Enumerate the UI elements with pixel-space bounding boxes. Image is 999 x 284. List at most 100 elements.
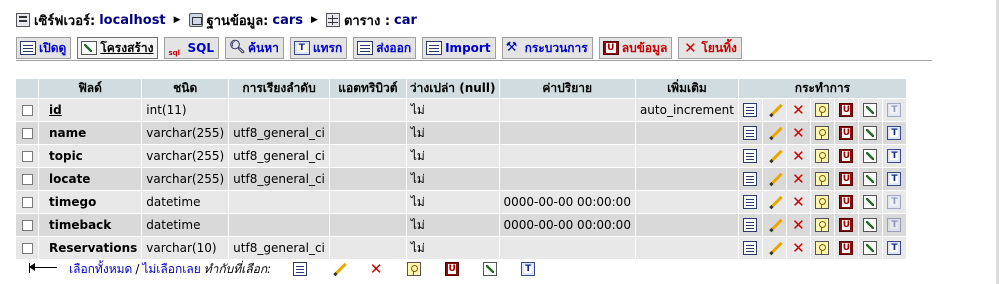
primary-key-icon[interactable] — [815, 172, 830, 187]
structure-table: ฟิลด์ ชนิด การเรียงลำดับ แอตทริบิวต์ ว่า… — [15, 78, 907, 260]
unique-icon[interactable] — [839, 103, 854, 118]
primary-key-icon[interactable] — [815, 103, 830, 118]
row-checkbox[interactable] — [21, 220, 33, 231]
unique-icon[interactable] — [839, 218, 854, 233]
tab-export[interactable]: ส่งออก — [353, 37, 417, 59]
cell-extra — [635, 122, 738, 144]
index-selected-icon[interactable] — [483, 262, 498, 276]
row-checkbox-cell — [16, 145, 38, 167]
bulk-actions-bar: เลือกทั้งหมด / ไม่เลือกเลย ทำกับที่เลือก… — [27, 260, 547, 278]
fulltext-icon[interactable] — [887, 172, 902, 187]
server-link[interactable]: localhost — [99, 13, 165, 28]
edit-selected-icon[interactable] — [331, 262, 345, 276]
drop-field-icon[interactable]: ✕ — [791, 126, 805, 141]
tab-sql[interactable]: sql SQL — [164, 37, 219, 59]
cell-name[interactable]: topic — [39, 145, 142, 167]
fulltext-icon[interactable] — [887, 103, 902, 118]
drop-field-icon[interactable]: ✕ — [791, 241, 805, 256]
edit-field-icon[interactable] — [767, 241, 781, 255]
tab-drop[interactable]: ✕ โยนทิ้ง — [678, 37, 742, 59]
row-checkbox[interactable] — [21, 151, 33, 162]
cell-extra — [635, 191, 738, 213]
cell-collation: utf8_general_ci — [229, 145, 329, 167]
tab-import[interactable]: Import — [422, 37, 496, 59]
header-field: ฟิลด์ — [39, 79, 142, 98]
uncheck-all-link[interactable]: ไม่เลือกเลย — [142, 260, 200, 279]
edit-field-icon[interactable] — [767, 103, 781, 117]
index-icon[interactable] — [863, 195, 878, 210]
cell-name[interactable]: locate — [39, 168, 142, 190]
index-icon[interactable] — [863, 218, 878, 233]
tab-empty[interactable]: ลบข้อมูล — [598, 37, 673, 59]
browse-field-icon[interactable] — [743, 241, 758, 256]
index-icon[interactable] — [863, 172, 878, 187]
primary-selected-icon[interactable] — [407, 262, 422, 276]
unique-selected-icon[interactable] — [445, 262, 460, 276]
drop-field-icon[interactable]: ✕ — [791, 149, 805, 164]
cell-name[interactable]: Reservations — [39, 237, 142, 259]
cell-name[interactable]: timeback — [39, 214, 142, 236]
row-checkbox[interactable] — [21, 197, 33, 208]
browse-field-icon[interactable] — [743, 149, 758, 164]
fulltext-icon[interactable] — [887, 149, 902, 164]
unique-icon[interactable] — [839, 149, 854, 164]
fulltext-icon[interactable] — [887, 241, 902, 256]
browse-field-icon[interactable] — [743, 218, 758, 233]
cell-name[interactable]: name — [39, 122, 142, 144]
index-icon[interactable] — [863, 149, 878, 164]
drop-field-icon[interactable]: ✕ — [791, 172, 805, 187]
cell-name[interactable]: id — [39, 99, 142, 121]
unique-icon[interactable] — [839, 195, 854, 210]
browse-field-icon[interactable] — [743, 172, 758, 187]
fulltext-icon[interactable] — [887, 126, 902, 141]
cell-name[interactable]: timego — [39, 191, 142, 213]
index-icon[interactable] — [863, 241, 878, 256]
row-checkbox[interactable] — [21, 243, 33, 254]
index-icon[interactable] — [863, 103, 878, 118]
primary-key-icon[interactable] — [815, 126, 830, 141]
action-cell — [858, 99, 882, 121]
primary-key-icon[interactable] — [815, 195, 830, 210]
fulltext-icon[interactable] — [887, 218, 902, 233]
edit-field-icon[interactable] — [767, 172, 781, 186]
edit-field-icon[interactable] — [767, 195, 781, 209]
browse-field-icon[interactable] — [743, 195, 758, 210]
drop-selected-icon[interactable]: ✕ — [369, 262, 383, 277]
unique-icon[interactable] — [839, 126, 854, 141]
primary-key-icon[interactable] — [815, 241, 830, 256]
unique-icon[interactable] — [839, 241, 854, 256]
row-checkbox[interactable] — [21, 174, 33, 185]
drop-field-icon[interactable]: ✕ — [791, 195, 805, 210]
unique-icon[interactable] — [839, 172, 854, 187]
primary-key-icon[interactable] — [815, 218, 830, 233]
edit-field-icon[interactable] — [767, 126, 781, 140]
action-cell — [738, 145, 762, 167]
tab-operations[interactable]: ⚒ กระบวนการ — [501, 37, 593, 59]
drop-field-icon[interactable]: ✕ — [791, 103, 805, 118]
table-link[interactable]: car — [394, 13, 417, 28]
browse-field-icon[interactable] — [743, 126, 758, 141]
tab-browse[interactable]: เปิดดู — [16, 37, 72, 59]
edit-field-icon[interactable] — [767, 218, 781, 232]
tab-search[interactable]: 🔍︎ ค้นหา — [224, 37, 284, 59]
browse-selected-icon[interactable] — [293, 262, 308, 276]
edit-field-icon[interactable] — [767, 149, 781, 163]
row-checkbox[interactable] — [21, 128, 33, 139]
fulltext-icon[interactable] — [887, 195, 902, 210]
fulltext-selected-icon[interactable] — [521, 262, 536, 276]
cell-collation: utf8_general_ci — [229, 237, 329, 259]
primary-key-icon[interactable] — [815, 149, 830, 164]
tab-structure[interactable]: โครงสร้าง — [77, 37, 159, 59]
header-collation: การเรียงลำดับ — [229, 79, 329, 98]
tab-insert[interactable]: แทรก — [289, 37, 348, 59]
database-link[interactable]: cars — [272, 13, 303, 28]
index-icon[interactable] — [863, 126, 878, 141]
row-checkbox[interactable] — [21, 105, 33, 116]
action-cell — [834, 99, 858, 121]
export-icon — [357, 41, 374, 55]
browse-field-icon[interactable] — [743, 103, 758, 118]
cell-default — [499, 145, 635, 167]
drop-field-icon[interactable]: ✕ — [791, 218, 805, 233]
check-all-link[interactable]: เลือกทั้งหมด — [69, 260, 132, 279]
cell-extra: auto_increment — [635, 99, 738, 121]
